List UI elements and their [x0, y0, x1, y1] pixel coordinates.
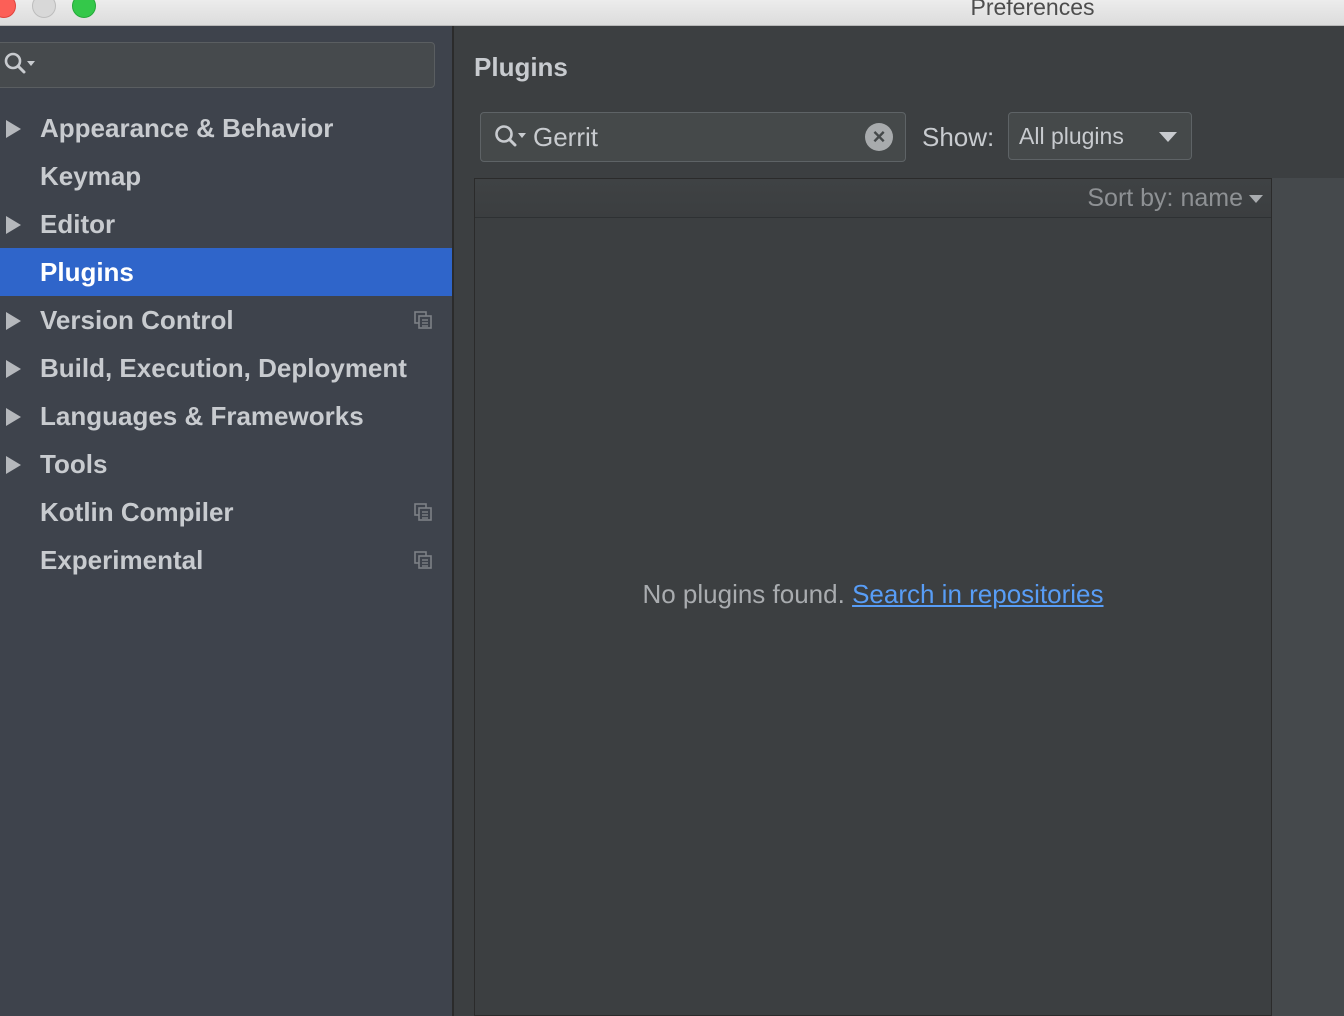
plugin-list-header: Sort by: name [475, 179, 1271, 218]
sidebar-item-label: Keymap [40, 160, 142, 191]
project-settings-icon [414, 551, 432, 569]
plugin-search-field[interactable]: × [480, 112, 906, 162]
close-window-button[interactable] [0, 0, 16, 18]
project-settings-icon [414, 311, 432, 329]
empty-state-text: No plugins found. [642, 579, 845, 609]
chevron-right-icon[interactable] [6, 456, 21, 474]
sidebar-item-label: Version Control [40, 304, 234, 335]
sidebar-item-editor[interactable]: Editor [0, 200, 452, 248]
sidebar-item-label: Languages & Frameworks [40, 400, 364, 431]
sidebar-item-label: Plugins [40, 256, 134, 287]
chevron-right-icon[interactable] [6, 360, 21, 378]
chevron-right-icon[interactable] [6, 408, 21, 426]
sidebar-item-version-control[interactable]: Version Control [0, 296, 452, 344]
sidebar-item-build-execution-deployment[interactable]: Build, Execution, Deployment [0, 344, 452, 392]
sidebar-item-label: Build, Execution, Deployment [40, 352, 407, 383]
sidebar-item-appearance-behavior[interactable]: Appearance & Behavior [0, 104, 452, 152]
search-icon[interactable] [3, 51, 37, 82]
details-pane [1272, 178, 1344, 1016]
window-title: Preferences [970, 0, 1095, 20]
show-filter-dropdown[interactable]: All plugins [1008, 112, 1192, 160]
chevron-right-icon[interactable] [6, 216, 21, 234]
sidebar-item-experimental[interactable]: Experimental [0, 536, 452, 584]
search-icon[interactable] [493, 123, 529, 156]
clear-icon[interactable]: × [865, 123, 893, 151]
plugin-search-input[interactable] [533, 119, 853, 155]
settings-search-field[interactable] [0, 42, 435, 88]
sidebar-item-languages-frameworks[interactable]: Languages & Frameworks [0, 392, 452, 440]
sort-by-label: Sort by: name [1087, 184, 1243, 212]
chevron-down-icon [1249, 195, 1263, 204]
plugin-list: Sort by: name No plugins found. Search i… [474, 178, 1272, 1016]
chevron-right-icon[interactable] [6, 120, 21, 138]
sidebar-item-kotlin-compiler[interactable]: Kotlin Compiler [0, 488, 452, 536]
sidebar-item-label: Tools [40, 448, 108, 479]
window-titlebar: Preferences [0, 0, 1344, 26]
plugins-panel: Plugins × Show: All plugins Sort by: nam… [454, 26, 1344, 1016]
sidebar-item-label: Kotlin Compiler [40, 496, 234, 527]
sidebar-item-label: Experimental [40, 544, 204, 575]
zoom-window-button[interactable] [72, 0, 96, 18]
sort-by-button[interactable]: Sort by: name [1087, 184, 1263, 213]
show-filter-label: Show: [922, 122, 995, 152]
minimize-window-button[interactable] [32, 0, 56, 18]
chevron-right-icon[interactable] [6, 312, 21, 330]
sidebar-item-tools[interactable]: Tools [0, 440, 452, 488]
empty-state-message: No plugins found. Search in repositories [475, 579, 1271, 610]
search-in-repositories-link[interactable]: Search in repositories [852, 579, 1103, 609]
settings-nav-tree: Appearance & Behavior Keymap Editor Plugins… [0, 104, 452, 584]
sidebar-item-plugins[interactable]: Plugins [0, 248, 452, 296]
chevron-down-icon [1159, 132, 1177, 142]
project-settings-icon [414, 503, 432, 521]
page-title: Plugins [474, 52, 568, 82]
sidebar-item-label: Appearance & Behavior [40, 112, 334, 143]
show-filter-value: All plugins [1019, 123, 1124, 149]
sidebar-item-keymap[interactable]: Keymap [0, 152, 452, 200]
settings-sidebar: Appearance & Behavior Keymap Editor Plugins… [0, 26, 452, 1016]
sidebar-item-label: Editor [40, 208, 116, 239]
